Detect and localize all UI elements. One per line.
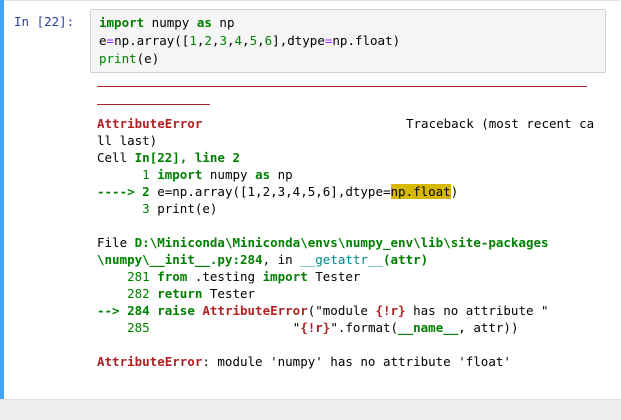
traceback-header: Traceback (most recent ca xyxy=(406,116,595,131)
traceback-line-3: 3 print(e) xyxy=(97,201,218,216)
traceback-header-wrap: ll last) xyxy=(97,133,158,148)
final-error-message: AttributeError: module 'numpy' has no at… xyxy=(97,354,511,369)
cell-reference: Cell In[22], line 2 xyxy=(97,150,240,165)
code-input-area[interactable]: import numpy as np e=np.array([1,2,3,4,5… xyxy=(90,9,606,73)
error-name: AttributeError xyxy=(97,116,203,131)
input-prompt: In [22]: xyxy=(14,14,75,29)
traceback-line-282: 282 return Tester xyxy=(97,286,256,301)
code-line-3: print(e) xyxy=(99,51,160,66)
traceback-line-1: 1 import numpy as np xyxy=(97,167,293,182)
next-cell-area xyxy=(0,399,621,420)
traceback-line-285: 285 "{!r}".format(__name__, attr)) xyxy=(97,320,519,335)
code-line-2: e=np.array([1,2,3,4,5,6],dtype=np.float) xyxy=(99,33,401,48)
file-reference-wrap: \numpy\__init__.py:284, in __getattr__(a… xyxy=(97,252,429,267)
traceback-separator xyxy=(97,86,587,87)
traceback-line-281: 281 from .testing import Tester xyxy=(97,269,361,284)
traceback-separator-wrap xyxy=(97,104,210,105)
code-line-1: import numpy as np xyxy=(99,15,235,30)
file-reference: File D:\Miniconda\Miniconda\envs\numpy_e… xyxy=(97,235,549,250)
error-highlight: np.float xyxy=(390,184,451,199)
traceback-line-284: --> 284 raise AttributeError("module {!r… xyxy=(97,303,549,318)
traceback-line-2: ----> 2 e=np.array([1,2,3,4,5,6],dtype=n… xyxy=(97,184,459,199)
